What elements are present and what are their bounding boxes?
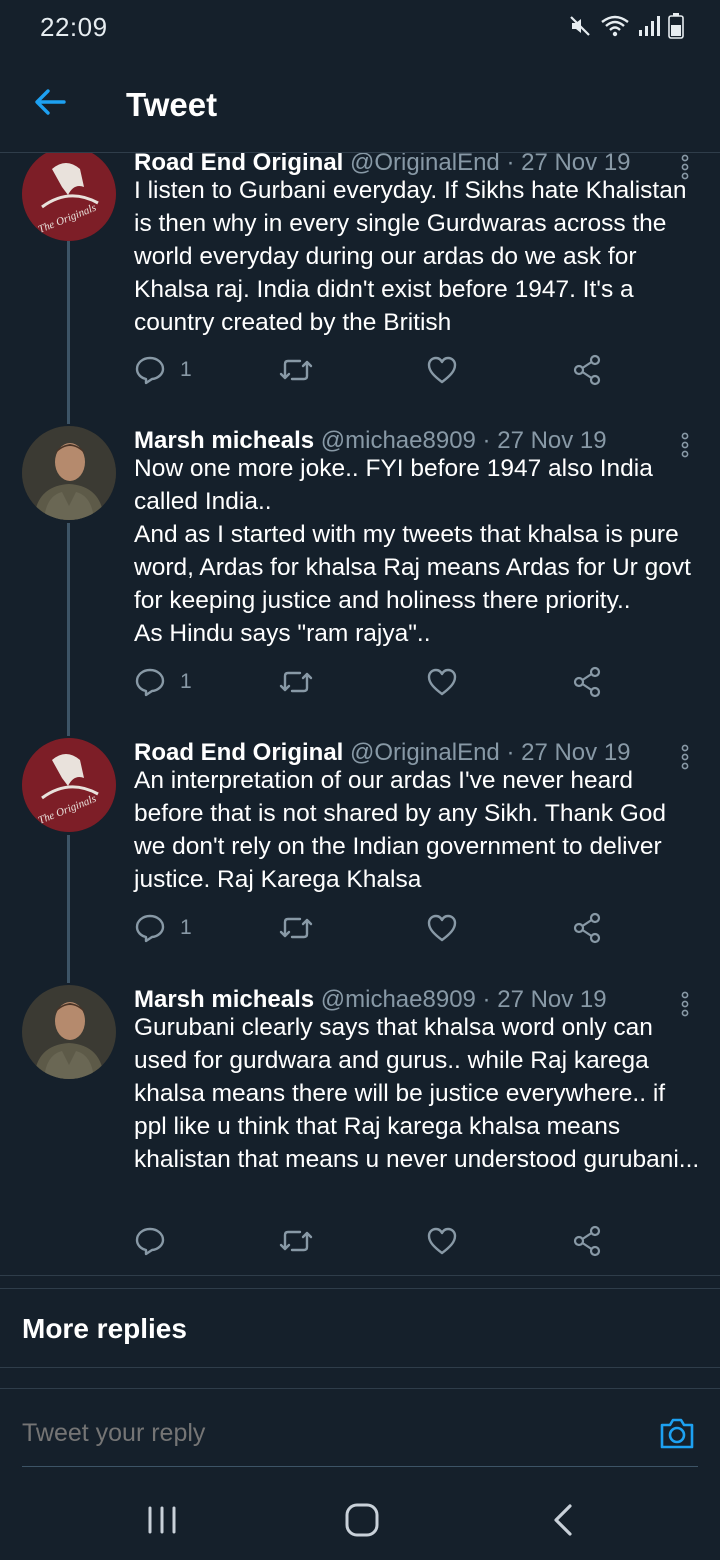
- retweet-icon: [279, 917, 313, 939]
- divider: [0, 1367, 720, 1368]
- reply-button[interactable]: 1: [134, 354, 192, 386]
- mute-icon: [570, 16, 590, 36]
- page-title: Tweet: [126, 86, 218, 123]
- reply-button[interactable]: 1: [134, 666, 192, 698]
- retweet-button[interactable]: [279, 354, 313, 386]
- retweet-button[interactable]: [279, 666, 313, 698]
- like-button[interactable]: [426, 1225, 458, 1257]
- author-name[interactable]: Road End Original: [134, 153, 343, 176]
- like-button[interactable]: [426, 666, 458, 698]
- reply-count: 1: [180, 670, 192, 693]
- author-handle[interactable]: @michae8909 · 27 Nov 19: [321, 986, 607, 1013]
- battery-icon: [668, 13, 684, 39]
- reply-icon: [135, 356, 165, 385]
- like-icon: [427, 668, 457, 696]
- tweet-text: Now one more joke.. FYI before 1947 also…: [134, 455, 691, 647]
- share-icon: [573, 354, 601, 386]
- retweet-icon: [279, 359, 313, 381]
- like-icon: [427, 356, 457, 384]
- retweet-button[interactable]: [279, 912, 313, 944]
- tweet-actions: 1: [134, 354, 614, 386]
- like-icon: [427, 1227, 457, 1255]
- like-icon: [427, 914, 457, 942]
- wifi-icon: [601, 15, 629, 37]
- tweet[interactable]: The Originals Road End Original @Origina…: [0, 153, 720, 423]
- author-handle[interactable]: @michae8909 · 27 Nov 19: [321, 427, 607, 454]
- avatar[interactable]: The Originals: [22, 738, 116, 832]
- avatar[interactable]: [22, 426, 116, 520]
- reply-icon: [135, 1227, 165, 1256]
- tweet-text: I listen to Gurbani everyday. If Sikhs h…: [134, 177, 687, 336]
- reply-thread[interactable]: The Originals Road End Original @Origina…: [0, 153, 720, 1275]
- share-button[interactable]: [572, 354, 602, 386]
- author-name[interactable]: Marsh micheals: [134, 427, 314, 454]
- share-icon: [573, 666, 601, 698]
- liverbird-avatar-image: The Originals: [22, 153, 116, 241]
- like-button[interactable]: [426, 912, 458, 944]
- retweet-icon: [279, 671, 313, 693]
- system-nav-bar: [0, 1478, 720, 1560]
- tweet-text: An interpretation of our ardas I've neve…: [134, 767, 667, 893]
- tweet-actions: 1: [134, 666, 614, 698]
- reply-input[interactable]: [22, 1419, 622, 1448]
- reply-icon: [135, 914, 165, 943]
- reply-button[interactable]: [134, 1225, 180, 1257]
- tweet[interactable]: Marsh micheals @michae8909 · 27 Nov 19 N…: [0, 423, 720, 723]
- retweet-icon: [279, 1230, 313, 1252]
- share-button[interactable]: [572, 666, 602, 698]
- reply-count: 1: [180, 916, 192, 939]
- tweet-actions: 1: [134, 912, 614, 944]
- reply-underline: [22, 1466, 698, 1467]
- reply-button[interactable]: 1: [134, 912, 192, 944]
- status-bar: 22:09: [0, 0, 720, 52]
- avatar[interactable]: [22, 985, 116, 1079]
- tweet-actions: [134, 1225, 614, 1257]
- avatar[interactable]: The Originals: [22, 153, 116, 241]
- share-button[interactable]: [572, 912, 602, 944]
- author-handle[interactable]: @OriginalEnd · 27 Nov 19: [350, 153, 631, 176]
- back-arrow-icon[interactable]: [30, 82, 70, 122]
- status-time: 22:09: [40, 12, 108, 42]
- recent-apps-icon[interactable]: [142, 1500, 182, 1540]
- camera-icon[interactable]: [658, 1415, 696, 1451]
- more-replies-section[interactable]: More replies: [0, 1288, 720, 1368]
- tweet[interactable]: Marsh micheals @michae8909 · 27 Nov 19 G…: [0, 982, 720, 1272]
- author-name[interactable]: Marsh micheals: [134, 986, 314, 1013]
- share-icon: [573, 912, 601, 944]
- share-icon: [573, 1225, 601, 1257]
- divider: [0, 1275, 720, 1276]
- tweet[interactable]: The Originals Road End Original @Origina…: [0, 735, 720, 985]
- liverbird-avatar-image: The Originals: [22, 738, 116, 832]
- reply-icon: [135, 668, 165, 697]
- back-icon[interactable]: [544, 1500, 584, 1540]
- share-button[interactable]: [572, 1225, 602, 1257]
- soldier-avatar-image: [22, 985, 116, 1079]
- reply-count: 1: [180, 358, 192, 381]
- soldier-avatar-image: [22, 426, 116, 520]
- author-name[interactable]: Road End Original: [134, 739, 343, 766]
- author-handle[interactable]: @OriginalEnd · 27 Nov 19: [350, 739, 631, 766]
- tweet-text: Gurubani clearly says that khalsa word o…: [134, 1014, 700, 1173]
- app-header: Tweet: [0, 52, 720, 152]
- home-icon[interactable]: [342, 1500, 382, 1540]
- status-icons: [568, 12, 684, 40]
- retweet-button[interactable]: [279, 1225, 313, 1257]
- like-button[interactable]: [426, 354, 458, 386]
- reply-composer: [0, 1388, 720, 1468]
- more-replies-heading: More replies: [22, 1313, 187, 1344]
- signal-icon: [639, 16, 660, 36]
